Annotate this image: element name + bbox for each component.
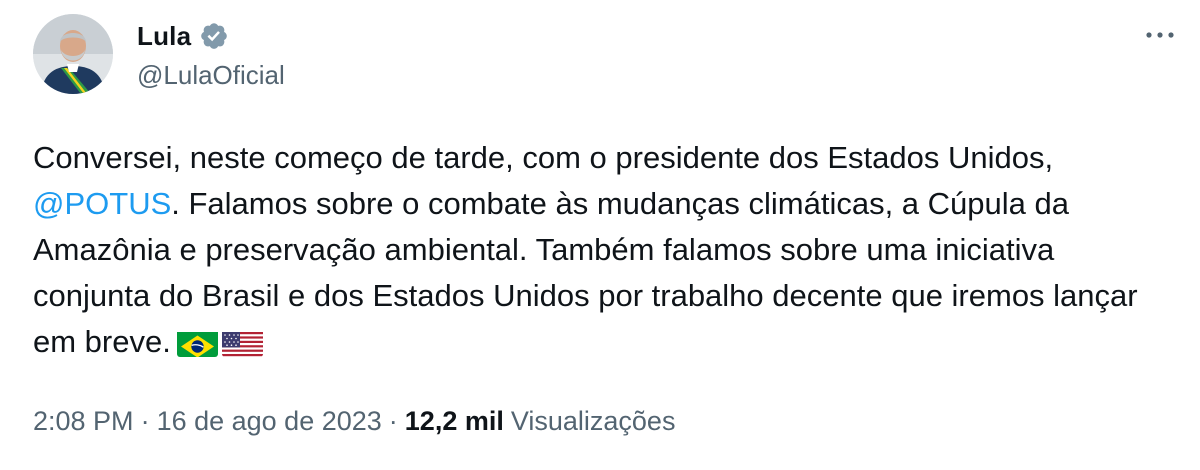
tweet-date[interactable]: 16 de ago de 2023 [157,406,382,437]
profile-photo [33,14,113,94]
brazil-flag-icon [176,328,218,357]
separator: · [388,406,398,436]
name-row: Lula [137,18,285,54]
flag-emojis [176,328,263,357]
separator: · [140,406,150,436]
views-label[interactable]: Visualizações [511,406,676,437]
avatar[interactable] [33,14,113,94]
tweet-time[interactable]: 2:08 PM [33,406,134,437]
display-name[interactable]: Lula [137,21,191,52]
tweet-text: Conversei, neste começo de tarde, com o … [33,135,1173,365]
mention-link[interactable]: @POTUS [33,186,171,221]
views-count: 12,2 mil [404,406,504,436]
more-options-icon[interactable] [1140,20,1180,50]
usa-flag-icon [221,328,263,357]
tweet-text-part1: Conversei, neste começo de tarde, com o … [33,140,1054,175]
tweet-meta: 2:08 PM · 16 de ago de 2023 · 12,2 mil V… [33,406,675,437]
verified-badge-icon[interactable] [199,21,229,51]
user-handle[interactable]: @LulaOficial [137,60,285,91]
author-block: Lula @LulaOficial [137,18,285,91]
